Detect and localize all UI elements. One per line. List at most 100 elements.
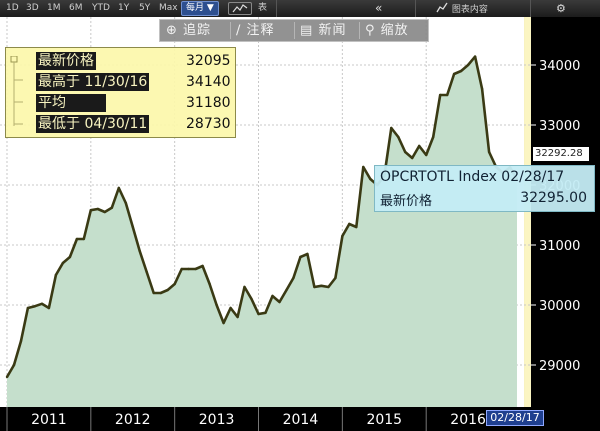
tooltip-title: OPCRTOTL Index 02/28/17 [380,169,565,185]
range-1m-button[interactable]: 1M [45,2,63,15]
data-point [418,144,421,148]
range-5y-button[interactable]: 5Y [137,2,152,15]
data-point [446,93,449,97]
future-shading [524,17,531,407]
data-point [404,150,407,154]
data-point [250,297,253,301]
data-point [159,291,162,295]
data-point [82,237,86,241]
data-point [243,285,246,289]
chart-tools-bar: ⊕ 追踪 ∕ 注释 ▤ 新闻 ⚲ 缩放 [159,19,429,42]
x-tick-label: 2013 [199,412,235,428]
chart-content-menu[interactable]: 图表内容 [434,2,490,15]
data-point [452,72,456,76]
legend-label: 最低于 04/30/11 [36,115,150,133]
data-point [131,225,134,229]
legend-value: 32095 [186,53,231,69]
data-point [334,276,337,280]
x-tick-label: 2014 [283,412,319,428]
y-tick-label: 33000 [539,119,580,134]
range-max-button[interactable]: Max [157,2,180,15]
y-axis: 290003000031000320003300034000 [531,17,600,431]
double-chevron-left-icon[interactable]: « [373,2,384,15]
legend-label: 平均 [36,94,106,112]
annotate-button[interactable]: ∕ 注释 [236,20,275,41]
data-point [5,375,9,379]
data-point [61,261,65,265]
chart-content-label: 图表内容 [451,5,488,15]
range-1d-button[interactable]: 1D [4,2,21,15]
data-point [110,206,114,209]
data-point [26,306,30,310]
zoom-label: 缩放 [380,23,409,38]
data-point [180,267,183,271]
data-point [320,284,323,287]
legend-panel: 最新价格 32095 最高于 11/30/16 34140 平均 31180 最… [5,47,236,138]
data-point [201,264,204,268]
data-point [124,201,128,205]
data-point [299,255,302,259]
data-point [173,282,176,286]
range-ytd-button[interactable]: YTD [90,2,112,15]
data-point [355,225,358,229]
x-tick-label: 2015 [366,412,402,428]
range-3d-button[interactable]: 3D [24,2,41,15]
data-point [466,63,470,67]
data-point [369,177,372,181]
data-point [215,303,218,307]
tooltip-value: 32295.00 [520,190,587,206]
line-chart-icon [232,4,248,13]
hover-tooltip: OPCRTOTL Index 02/28/17 最新价格 32295.00 [374,165,595,212]
data-point [313,285,316,289]
news-label: 新闻 [318,23,347,38]
data-point [432,135,435,139]
data-point [487,150,491,154]
y-tick-label: 29000 [539,359,580,374]
pen-icon: ∕ [236,23,242,38]
x-tick-label: 2016 [450,412,486,428]
track-button[interactable]: ⊕ 追踪 [166,20,211,41]
legend-label: 最新价格 [36,52,96,70]
data-point [117,186,121,190]
data-point [208,282,211,286]
period-select[interactable]: 每月 ▼ [181,1,219,16]
y-tick-label: 31000 [539,239,580,254]
data-point [166,288,169,292]
legend-value: 28730 [186,116,231,132]
data-point [138,249,141,253]
legend-tree-icon [10,56,23,126]
y-tick-label: 30000 [539,299,580,314]
table-view-button[interactable]: 表 [256,2,269,15]
data-point [292,276,295,280]
data-point [480,87,484,91]
data-point [33,305,37,308]
data-point [103,210,107,214]
news-button[interactable]: ▤ 新闻 [300,20,346,41]
data-point [54,273,58,277]
tooltip-label: 最新价格 [380,194,433,209]
range-6m-button[interactable]: 6M [67,2,85,15]
data-point [96,207,100,211]
data-point [271,294,274,298]
magnifier-icon: ⚲ [365,23,376,38]
date-cursor-tag: 02/28/17 [486,410,544,426]
data-point [348,222,351,226]
data-point [68,255,72,259]
data-point [152,291,155,295]
data-point [285,288,288,292]
legend-value: 34140 [186,74,231,90]
line-chart-toggle[interactable] [228,2,252,15]
data-point [264,311,267,314]
data-point [187,267,190,271]
data-point [12,363,16,367]
data-point [19,339,23,343]
data-point [362,165,365,169]
gear-icon[interactable]: ⚙ [554,2,568,15]
zoom-button[interactable]: ⚲ 缩放 [365,20,409,41]
data-point [390,126,393,130]
last-price-tag: 32292.28 [533,147,589,161]
data-point [89,209,93,212]
news-icon: ▤ [300,23,314,38]
range-1y-button[interactable]: 1Y [116,2,131,15]
data-point [459,69,463,73]
